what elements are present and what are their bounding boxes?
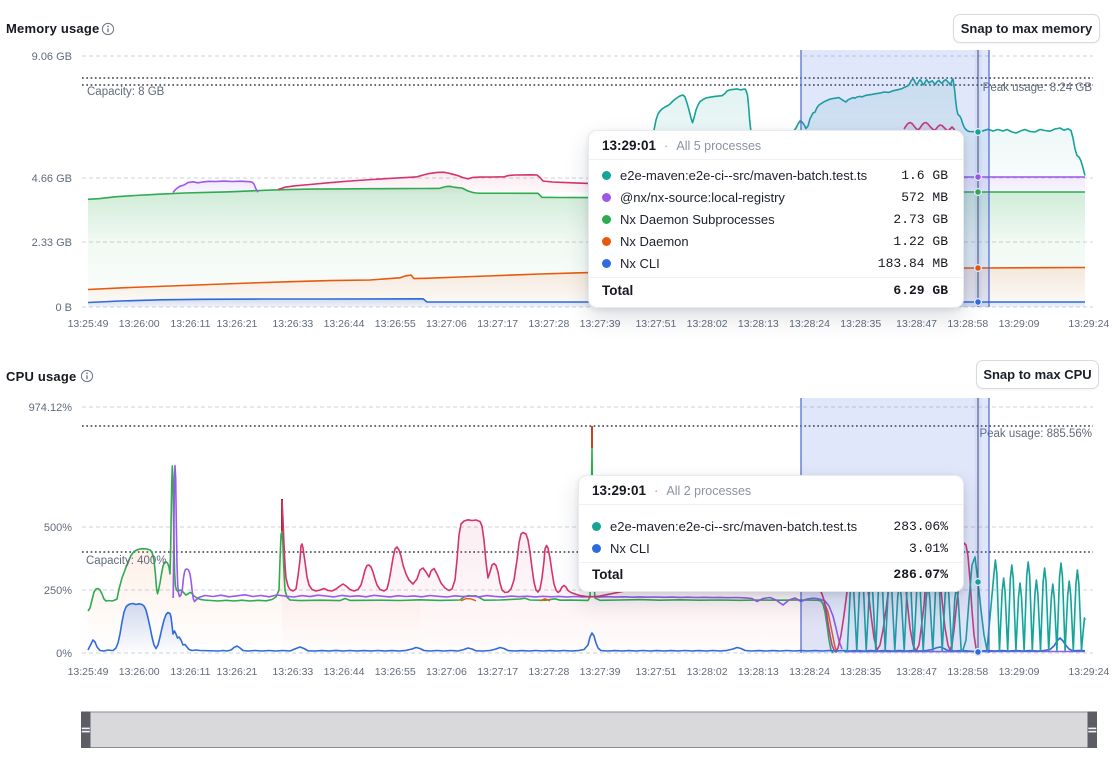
svg-text:13:27:17: 13:27:17 bbox=[477, 666, 518, 678]
svg-text:13:28:47: 13:28:47 bbox=[896, 666, 937, 678]
svg-text:4.66 GB: 4.66 GB bbox=[32, 173, 72, 185]
svg-text:13:26:44: 13:26:44 bbox=[324, 318, 365, 330]
svg-text:13:27:06: 13:27:06 bbox=[426, 666, 467, 678]
svg-text:0 B: 0 B bbox=[55, 302, 72, 314]
svg-text:13:26:21: 13:26:21 bbox=[217, 318, 258, 330]
svg-text:13:28:35: 13:28:35 bbox=[840, 318, 881, 330]
svg-text:13:26:21: 13:26:21 bbox=[217, 666, 258, 678]
svg-text:13:27:39: 13:27:39 bbox=[580, 666, 621, 678]
svg-text:13:27:51: 13:27:51 bbox=[635, 318, 676, 330]
svg-text:13:28:24: 13:28:24 bbox=[789, 318, 830, 330]
svg-text:13:26:33: 13:26:33 bbox=[272, 318, 313, 330]
svg-text:2.33 GB: 2.33 GB bbox=[32, 237, 72, 249]
svg-text:13:27:28: 13:27:28 bbox=[528, 318, 569, 330]
svg-text:13:26:11: 13:26:11 bbox=[170, 666, 210, 678]
svg-text:0%: 0% bbox=[56, 648, 72, 660]
svg-text:13:26:33: 13:26:33 bbox=[272, 666, 313, 678]
svg-text:13:26:00: 13:26:00 bbox=[119, 318, 160, 330]
svg-text:500%: 500% bbox=[44, 522, 72, 534]
svg-text:13:28:02: 13:28:02 bbox=[687, 666, 728, 678]
svg-text:13:26:55: 13:26:55 bbox=[375, 666, 416, 678]
svg-text:974.12%: 974.12% bbox=[29, 402, 73, 414]
svg-text:9.06 GB: 9.06 GB bbox=[32, 51, 72, 63]
svg-text:13:29:24: 13:29:24 bbox=[1068, 666, 1109, 678]
svg-text:13:26:55: 13:26:55 bbox=[375, 318, 416, 330]
svg-text:13:28:47: 13:28:47 bbox=[896, 318, 937, 330]
svg-text:13:28:58: 13:28:58 bbox=[947, 666, 988, 678]
svg-text:13:27:28: 13:27:28 bbox=[528, 666, 569, 678]
svg-text:13:26:11: 13:26:11 bbox=[170, 318, 210, 330]
svg-text:250%: 250% bbox=[44, 585, 72, 597]
svg-text:13:28:13: 13:28:13 bbox=[738, 666, 779, 678]
svg-text:13:27:51: 13:27:51 bbox=[635, 666, 676, 678]
svg-text:Peak usage: 885.56%: Peak usage: 885.56% bbox=[979, 428, 1092, 440]
svg-text:13:25:49: 13:25:49 bbox=[68, 666, 109, 678]
svg-text:13:27:06: 13:27:06 bbox=[426, 318, 467, 330]
svg-text:13:25:49: 13:25:49 bbox=[68, 318, 109, 330]
svg-text:13:29:09: 13:29:09 bbox=[999, 666, 1040, 678]
svg-text:13:26:44: 13:26:44 bbox=[324, 666, 365, 678]
svg-text:13:28:02: 13:28:02 bbox=[687, 318, 728, 330]
svg-text:Peak usage: 8.24 GB: Peak usage: 8.24 GB bbox=[983, 82, 1093, 94]
svg-text:13:28:13: 13:28:13 bbox=[738, 318, 779, 330]
svg-text:13:29:24: 13:29:24 bbox=[1068, 318, 1109, 330]
svg-text:Capacity: 8 GB: Capacity: 8 GB bbox=[87, 86, 165, 98]
svg-text:13:28:24: 13:28:24 bbox=[789, 666, 830, 678]
svg-text:13:28:35: 13:28:35 bbox=[840, 666, 881, 678]
svg-text:13:27:17: 13:27:17 bbox=[477, 318, 518, 330]
svg-text:13:29:09: 13:29:09 bbox=[999, 318, 1040, 330]
svg-text:13:27:39: 13:27:39 bbox=[580, 318, 621, 330]
svg-text:13:26:00: 13:26:00 bbox=[119, 666, 160, 678]
svg-text:Capacity: 400%: Capacity: 400% bbox=[86, 555, 167, 567]
svg-text:13:28:58: 13:28:58 bbox=[947, 318, 988, 330]
